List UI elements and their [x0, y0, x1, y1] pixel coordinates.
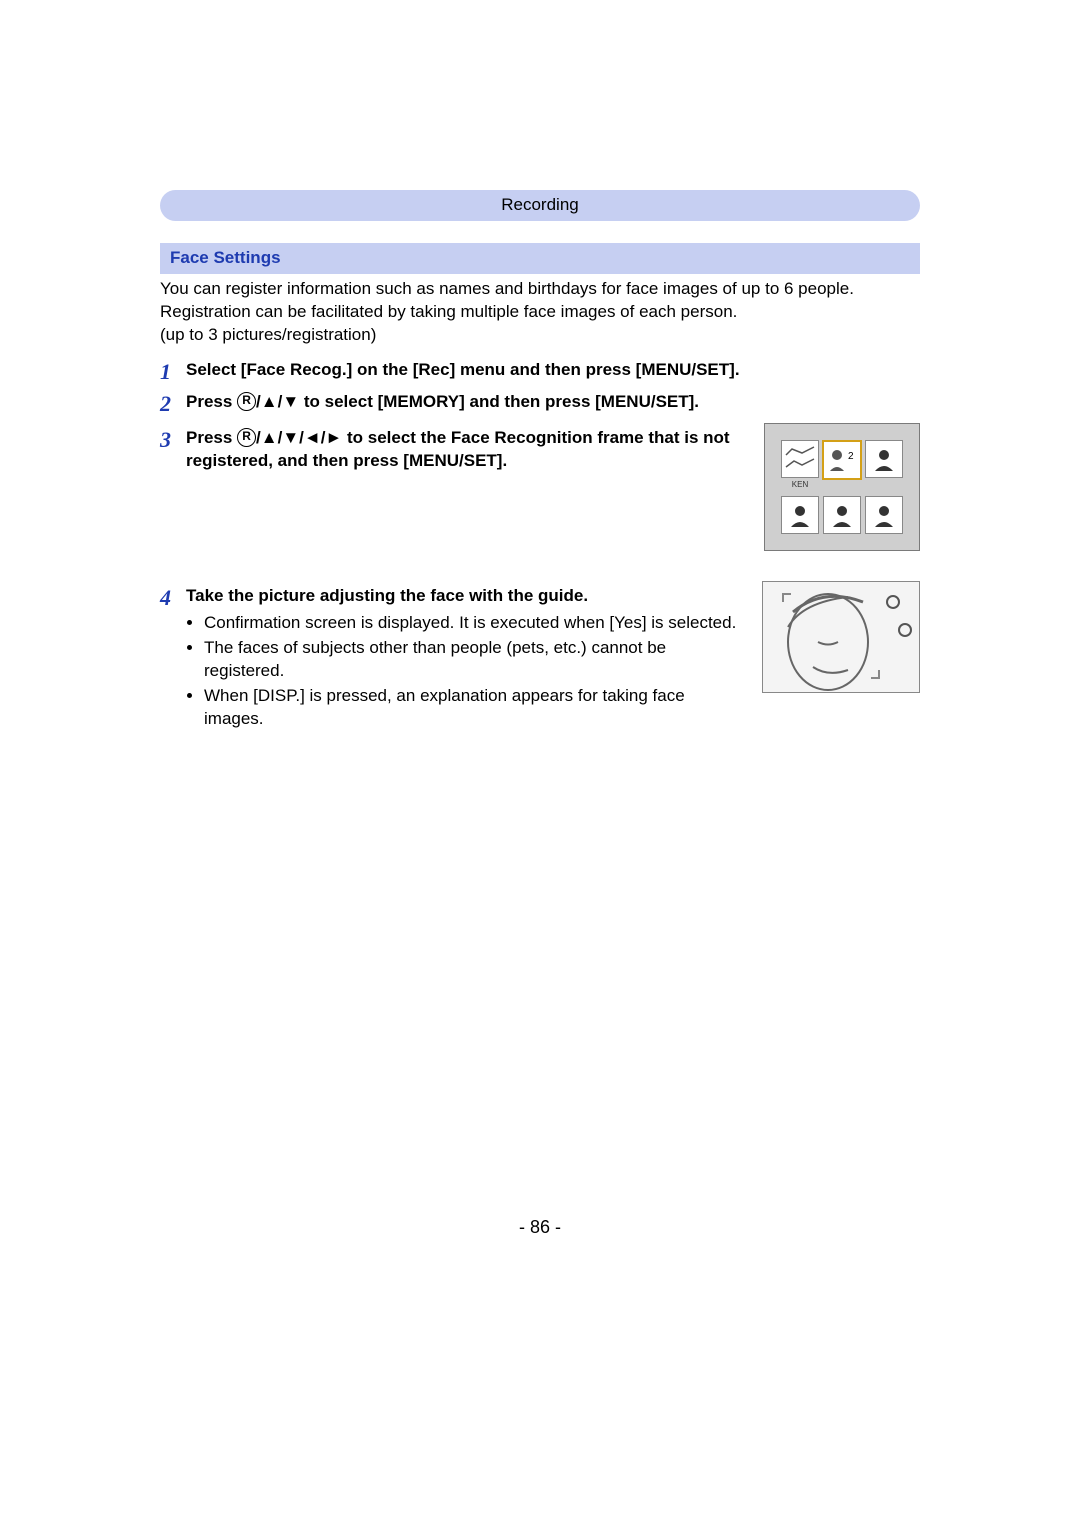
svg-text:2: 2 — [848, 451, 854, 462]
step-3-text: Press R/▲/▼/◄/► to select the Face Recog… — [186, 427, 744, 473]
intro-line-2: Registration can be facilitated by takin… — [160, 301, 920, 324]
person-silhouette-icon — [788, 503, 812, 527]
registered-face-thumb — [781, 440, 819, 478]
step-3-row: 3 Press R/▲/▼/◄/► to select the Face Rec… — [160, 423, 920, 552]
empty-face-slot — [781, 496, 819, 534]
step-4-row: 4 Take the picture adjusting the face wi… — [160, 581, 920, 735]
intro-line-1: You can register information such as nam… — [160, 278, 920, 301]
new-person-icon: 2 — [825, 443, 859, 477]
intro-block: You can register information such as nam… — [160, 278, 920, 347]
person-silhouette-icon — [830, 503, 854, 527]
document-page: Recording Face Settings You can register… — [0, 0, 1080, 1299]
face-guide-illustration — [762, 581, 920, 693]
face-guide-sketch-icon — [763, 582, 919, 692]
step-2-text: Press R/▲/▼ to select [MEMORY] and then … — [186, 391, 920, 414]
empty-face-slot — [865, 496, 903, 534]
header-category-tab: Recording — [160, 190, 920, 221]
step-1: 1 Select [Face Recog.] on the [Rec] menu… — [160, 359, 920, 383]
step-4-bullet-2: The faces of subjects other than people … — [204, 637, 742, 683]
page-number: - 86 - — [160, 1215, 920, 1239]
face-sketch-icon — [784, 443, 816, 475]
empty-face-slot — [865, 440, 903, 478]
step-1-text: Select [Face Recog.] on the [Rec] menu a… — [186, 359, 920, 382]
person-silhouette-icon — [872, 447, 896, 471]
step-4-text: Take the picture adjusting the face with… — [186, 586, 588, 605]
step-4: 4 Take the picture adjusting the face wi… — [160, 585, 742, 733]
step-2-arrows: ▲/▼ — [261, 392, 299, 411]
face-recog-grid-illustration: KEN 2 — [764, 423, 920, 552]
circled-r-icon: R — [237, 428, 256, 447]
step-4-bullet-3: When [DISP.] is pressed, an explanation … — [204, 685, 742, 731]
step-2-suffix: to select [MEMORY] and then press [MENU/… — [299, 392, 699, 411]
step-4-bullets: Confirmation screen is displayed. It is … — [186, 612, 742, 731]
circled-r-icon: R — [237, 392, 256, 411]
step-2-prefix: Press — [186, 392, 237, 411]
step-4-bullet-1: Confirmation screen is displayed. It is … — [204, 612, 742, 635]
step-3-arrows: ▲/▼/◄/► — [261, 428, 342, 447]
step-number: 1 — [160, 359, 186, 383]
person-silhouette-icon — [872, 503, 896, 527]
intro-line-3: (up to 3 pictures/registration) — [160, 324, 920, 347]
step-number: 3 — [160, 427, 186, 451]
step-number: 4 — [160, 585, 186, 609]
step-2: 2 Press R/▲/▼ to select [MEMORY] and the… — [160, 391, 920, 415]
step-3-prefix: Press — [186, 428, 237, 447]
step-3: 3 Press R/▲/▼/◄/► to select the Face Rec… — [160, 427, 744, 473]
face-thumb-label: KEN — [792, 480, 808, 491]
empty-face-slot — [823, 496, 861, 534]
section-title-bar: Face Settings — [160, 243, 920, 274]
new-face-slot-highlighted: 2 — [822, 440, 862, 480]
step-number: 2 — [160, 391, 186, 415]
